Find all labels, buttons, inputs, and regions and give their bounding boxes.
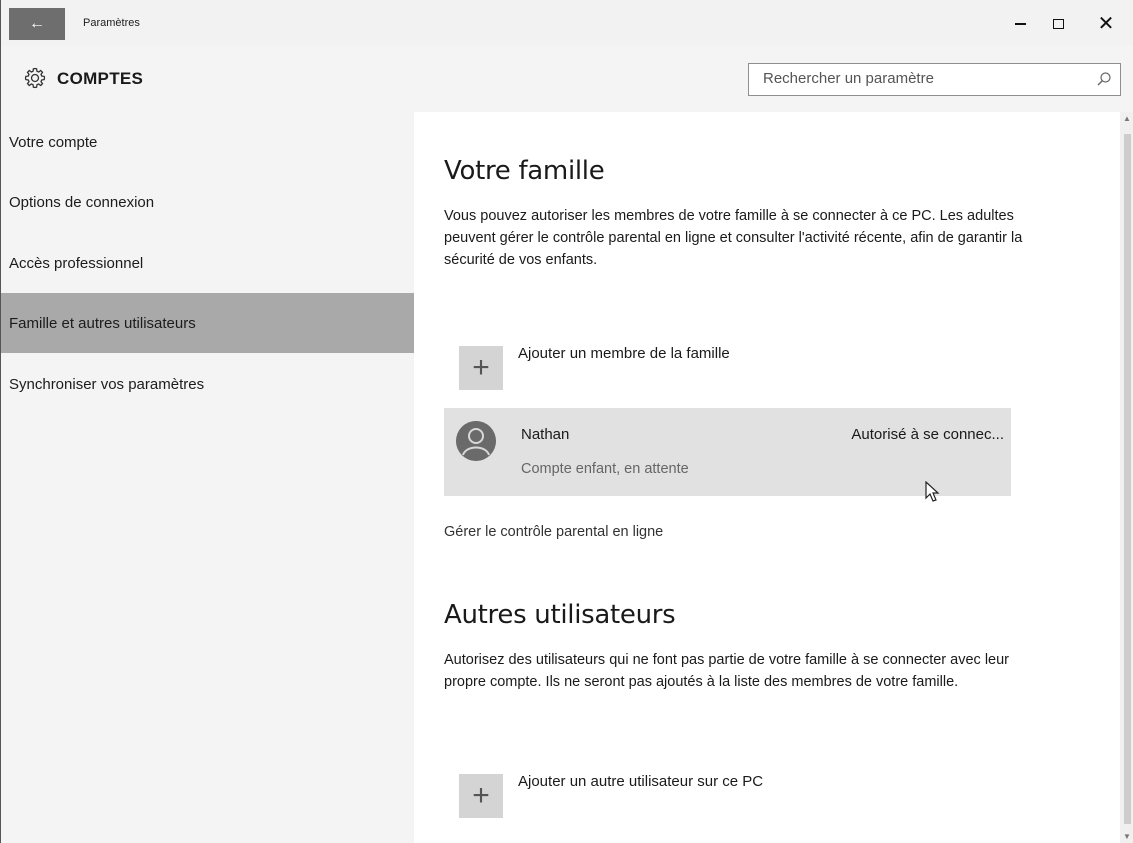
search-box[interactable]	[748, 63, 1121, 96]
sidebar-item-votre-compte[interactable]: Votre compte	[1, 112, 414, 172]
gear-icon	[24, 67, 46, 89]
sidebar-item-acces-professionnel[interactable]: Accès professionnel	[1, 233, 414, 293]
section-title: COMPTES	[57, 69, 144, 88]
sidebar-item-label: Votre compte	[9, 133, 98, 151]
vertical-scrollbar[interactable]: ▲ ▼	[1120, 112, 1133, 843]
settings-window: ← Paramètres ✕ COMPTES Rechercher un par…	[0, 0, 1133, 843]
sidebar-nav: Votre compte Options de connexion Accès …	[1, 112, 414, 843]
window-title: Paramètres	[83, 17, 140, 29]
sidebar-item-options-connexion[interactable]: Options de connexion	[1, 172, 414, 232]
scroll-up-icon[interactable]: ▲	[1123, 114, 1131, 123]
sidebar-item-label: Synchroniser vos paramètres	[9, 375, 205, 393]
maximize-button[interactable]	[1043, 14, 1073, 34]
page-header: COMPTES	[1, 62, 1133, 98]
add-other-user-button[interactable]: + Ajouter un autre utilisateur sur ce PC	[444, 762, 864, 818]
plus-icon: +	[459, 774, 503, 818]
mouse-cursor-icon	[925, 481, 940, 502]
sidebar-item-synchroniser[interactable]: Synchroniser vos paramètres	[1, 354, 414, 414]
member-name: Nathan	[521, 426, 570, 443]
family-description: Vous pouvez autoriser les membres de vot…	[444, 208, 1023, 268]
back-arrow-icon: ←	[29, 15, 45, 32]
user-avatar-icon	[456, 421, 496, 461]
sidebar-item-famille[interactable]: Famille et autres utilisateurs	[1, 293, 414, 353]
add-family-member-button[interactable]: + Ajouter un membre de la famille	[444, 334, 864, 390]
member-permission: Autorisé à se connec...	[851, 426, 1004, 443]
title-bar: ← Paramètres ✕	[1, 0, 1133, 46]
minimize-button[interactable]	[1005, 14, 1035, 34]
scroll-thumb[interactable]	[1124, 134, 1131, 824]
maximize-icon	[1052, 19, 1064, 29]
minimize-icon	[1014, 23, 1026, 25]
other-users-heading: Autres utilisateurs	[444, 600, 676, 630]
scroll-down-icon[interactable]: ▼	[1123, 832, 1131, 841]
other-users-description: Autorisez des utilisateurs qui ne font p…	[444, 652, 1009, 690]
sidebar-item-label: Options de connexion	[9, 193, 155, 211]
plus-icon: +	[459, 346, 503, 390]
add-other-user-label: Ajouter un autre utilisateur sur ce PC	[518, 773, 764, 790]
member-status: Compte enfant, en attente	[521, 461, 689, 477]
search-icon[interactable]	[1096, 71, 1112, 87]
sidebar-item-label: Accès professionnel	[9, 254, 144, 272]
close-icon: ✕	[1097, 13, 1115, 35]
family-heading: Votre famille	[444, 156, 605, 186]
manage-parental-controls-link[interactable]: Gérer le contrôle parental en ligne	[444, 524, 663, 540]
main-content: Votre famille Vous pouvez autoriser les …	[414, 112, 1120, 843]
search-input[interactable]	[763, 70, 1063, 87]
sidebar-item-label: Famille et autres utilisateurs	[9, 314, 196, 332]
add-family-member-label: Ajouter un membre de la famille	[518, 345, 730, 362]
close-button[interactable]: ✕	[1091, 14, 1121, 34]
back-button[interactable]: ←	[9, 8, 65, 40]
